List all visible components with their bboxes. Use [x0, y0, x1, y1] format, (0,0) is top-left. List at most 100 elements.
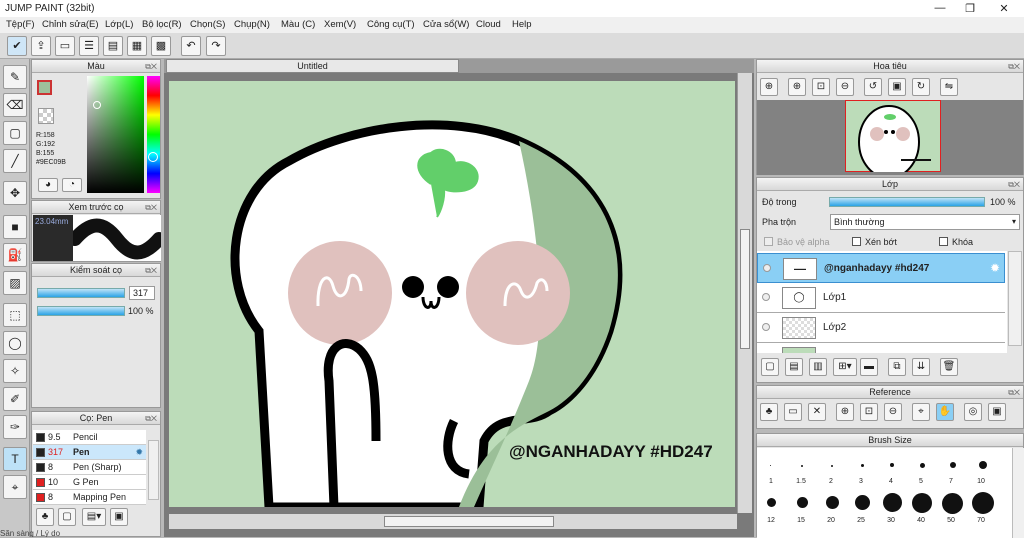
line-tool-icon[interactable]: ╱: [3, 149, 27, 173]
menu-layer[interactable]: Lớp(L): [105, 19, 133, 30]
menu-cloud[interactable]: Cloud: [476, 19, 501, 30]
new-layer-icon[interactable]: ▢: [761, 358, 779, 376]
magic-wand-icon[interactable]: ✧: [3, 359, 27, 383]
canvas-tab[interactable]: Untitled: [166, 59, 459, 73]
size-dot-10[interactable]: [979, 461, 987, 469]
brush-settings-icon[interactable]: ✹: [135, 445, 143, 459]
open-folder-icon[interactable]: ▭: [784, 403, 802, 421]
size-dot-20[interactable]: [826, 496, 839, 509]
brush-tool-icon[interactable]: ✎: [3, 65, 27, 89]
rotate-icon[interactable]: ◎: [964, 403, 982, 421]
merge-layer-icon[interactable]: ⇊: [912, 358, 930, 376]
grid-icon[interactable]: ▩: [151, 36, 171, 56]
size-dot-3[interactable]: [861, 464, 864, 467]
menu-file[interactable]: Tệp(F): [6, 19, 35, 30]
menu-tools[interactable]: Công cụ(T): [367, 19, 415, 30]
lasso-select-icon[interactable]: ◯: [3, 331, 27, 355]
layer-list-scrollbar[interactable]: [1008, 251, 1022, 346]
size-dot-12[interactable]: [767, 498, 776, 507]
brush-item-selected[interactable]: 317 Pen ✹: [33, 445, 146, 460]
zoom-in-icon[interactable]: ⊕: [788, 78, 806, 96]
zoom-out-icon[interactable]: ⊖: [836, 78, 854, 96]
close-reference-icon[interactable]: ✕: [808, 403, 826, 421]
brush-item[interactable]: 8 Pen (Sharp): [33, 460, 146, 475]
zoom-fit-icon[interactable]: ⊕: [760, 78, 778, 96]
size-dot-70[interactable]: [972, 492, 994, 514]
size-dot-25[interactable]: [855, 495, 870, 510]
minimize-button[interactable]: —: [928, 2, 952, 14]
comment-icon[interactable]: ▭: [55, 36, 75, 56]
layer-row-partial[interactable]: [757, 343, 1005, 353]
cloud-check-icon[interactable]: ✔: [7, 36, 27, 56]
new-vector-layer-icon[interactable]: ▥: [809, 358, 827, 376]
saturation-value-picker[interactable]: [87, 76, 144, 193]
visibility-toggle[interactable]: [763, 264, 771, 272]
eraser-tool-icon[interactable]: ⌫: [3, 93, 27, 117]
hand-icon[interactable]: ✋: [936, 403, 954, 421]
size-dot-2[interactable]: [831, 465, 833, 467]
brush-item[interactable]: 10 G Pen: [33, 475, 146, 490]
size-dot-50[interactable]: [942, 493, 963, 514]
size-dot-30[interactable]: [883, 493, 902, 512]
palette-icon[interactable]: ◕: [38, 178, 58, 192]
foreground-color-swatch[interactable]: [37, 80, 52, 95]
shape-tool-icon[interactable]: ▢: [3, 121, 27, 145]
visibility-toggle[interactable]: [762, 293, 770, 301]
menu-help[interactable]: Help: [512, 19, 532, 30]
maximize-button[interactable]: ❐: [958, 2, 982, 15]
zoom-actual-icon[interactable]: ⊡: [812, 78, 830, 96]
rect-select-icon[interactable]: ⬚: [3, 303, 27, 327]
panel-menu-icon[interactable]: ⧉✕: [145, 202, 157, 214]
panel-menu-icon[interactable]: ⧉✕: [145, 413, 157, 425]
menu-window[interactable]: Cửa sổ(W): [423, 19, 469, 30]
panel-menu-icon[interactable]: ⧉✕: [145, 61, 157, 73]
size-dot-1-5[interactable]: [801, 465, 803, 467]
transparent-swatch[interactable]: [38, 108, 54, 124]
panel-menu-icon[interactable]: ⧉✕: [1008, 387, 1020, 399]
zoom-out-icon[interactable]: ⊖: [884, 403, 902, 421]
add-brush-icon[interactable]: ♣: [36, 508, 54, 526]
blend-mode-select[interactable]: Bình thường: [830, 214, 1020, 230]
layer-settings-icon[interactable]: ✹: [990, 261, 1000, 275]
rotate-right-icon[interactable]: ↻: [912, 78, 930, 96]
reset-rotation-icon[interactable]: ▣: [888, 78, 906, 96]
size-dot-4[interactable]: [890, 463, 894, 467]
menu-edit[interactable]: Chỉnh sửa(E): [42, 19, 99, 30]
brush-list-scrollbar[interactable]: [148, 440, 159, 500]
protect-alpha-checkbox[interactable]: [764, 237, 773, 246]
eyedropper-tool-icon[interactable]: ⌖: [3, 475, 27, 499]
color-picker-handle[interactable]: [93, 101, 101, 109]
gradient-tool-icon[interactable]: ▨: [3, 271, 27, 295]
folder-icon[interactable]: ▬: [860, 358, 878, 376]
bucket-tool-icon[interactable]: ⛽: [3, 243, 27, 267]
brush-size-input[interactable]: 317: [129, 286, 155, 300]
palette-edit-icon[interactable]: ◔: [62, 178, 82, 192]
rotate-left-icon[interactable]: ↺: [864, 78, 882, 96]
brush-size-slider[interactable]: [37, 288, 125, 298]
add-layer-menu-icon[interactable]: ⊞▾: [833, 358, 857, 376]
menu-filter[interactable]: Bộ lọc(R): [142, 19, 182, 30]
clipping-checkbox[interactable]: [852, 237, 861, 246]
panel-menu-icon[interactable]: ⧉✕: [145, 265, 157, 277]
flip-icon[interactable]: ⇋: [940, 78, 958, 96]
hue-slider[interactable]: [147, 76, 160, 193]
size-dot-15[interactable]: [797, 497, 808, 508]
panel-menu-icon[interactable]: ⧉✕: [1008, 61, 1020, 73]
visibility-toggle[interactable]: [762, 323, 770, 331]
new-raster-layer-icon[interactable]: ▤: [785, 358, 803, 376]
brush-menu-icon[interactable]: ▤▾: [82, 508, 106, 526]
layer-row-selected[interactable]: ▬▬▬ @nganhadayy #hd247 ✹: [757, 253, 1005, 283]
select-eraser-icon[interactable]: ✑: [3, 415, 27, 439]
brush-opacity-slider[interactable]: [37, 306, 125, 316]
fit-window-icon[interactable]: ▣: [988, 403, 1006, 421]
chevron-down-icon[interactable]: ▾: [1012, 217, 1016, 226]
move-tool-icon[interactable]: ✥: [3, 181, 27, 205]
navigator-thumbnail[interactable]: [845, 100, 941, 172]
layer-opacity-slider[interactable]: [829, 197, 985, 207]
panel-menu-icon[interactable]: ⧉✕: [1008, 179, 1020, 191]
eyedropper-icon[interactable]: ⌖: [912, 403, 930, 421]
canvas-horizontal-scroll-thumb[interactable]: [384, 516, 554, 527]
size-dot-40[interactable]: [912, 493, 932, 513]
zoom-fit-icon[interactable]: ⊡: [860, 403, 878, 421]
text-tool-icon[interactable]: T: [3, 447, 27, 471]
